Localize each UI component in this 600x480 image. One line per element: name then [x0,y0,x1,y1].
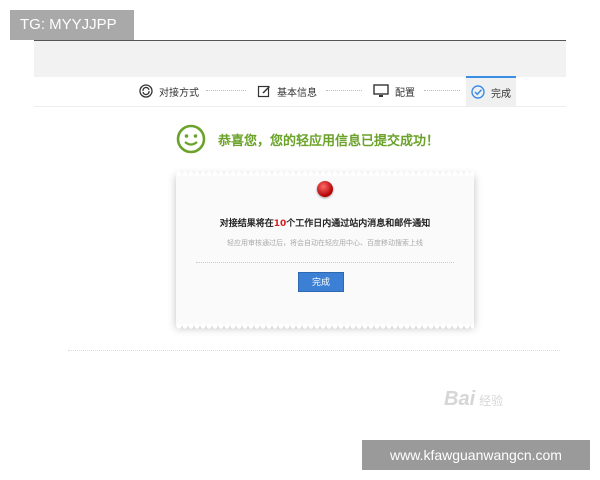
result-card: 对接结果将在10个工作日内通过站内消息和邮件通知 轻应用审核通过后，将会自动在轻… [176,171,474,329]
card-divider [196,262,454,263]
step-config[interactable]: 配置 [373,76,415,106]
step-basic-info[interactable]: 基本信息 [257,76,317,106]
step-divider [326,90,362,92]
notice-title-post: 个工作日内通过站内消息和邮件通知 [286,219,431,229]
success-banner: 恭喜您，您的轻应用信息已提交成功！ [176,124,439,154]
refresh-cycle-icon [139,84,153,98]
step-label: 完成 [491,88,511,100]
edit-icon [257,85,270,98]
monitor-icon [373,84,389,97]
step-divider [206,90,246,92]
check-circle-icon [471,85,485,99]
bottom-divider [68,350,560,351]
watermark-suffix: 经验 [479,394,504,408]
top-bar [34,40,566,77]
notice-days: 10 [273,219,287,229]
step-label: 基本信息 [277,87,317,99]
url-badge: www.kfawguanwangcn.com [362,440,590,470]
step-progress-bar: 对接方式 基本信息 配置 完成 [34,76,566,107]
step-done[interactable]: 完成 [466,76,516,106]
step-connection-method[interactable]: 对接方式 [139,76,199,106]
notice-title-pre: 对接结果将在 [219,219,274,229]
step-divider [424,90,460,92]
step-label: 对接方式 [159,87,199,99]
done-button[interactable]: 完成 [298,272,344,292]
notice-title: 对接结果将在10个工作日内通过站内消息和邮件通知 [176,216,474,229]
step-label: 配置 [395,87,415,99]
smiley-face-icon [176,124,206,154]
notice-subtitle: 轻应用审核通过后，将会自动在轻应用中心、百度移动搜索上线 [227,239,423,247]
tg-badge: TG: MYYJJPP [10,10,134,40]
red-pin-icon [317,181,333,197]
baidu-watermark: Bai 经验 [444,388,503,411]
success-message: 恭喜您，您的轻应用信息已提交成功！ [218,133,440,149]
watermark-brand: Bai [444,388,476,410]
